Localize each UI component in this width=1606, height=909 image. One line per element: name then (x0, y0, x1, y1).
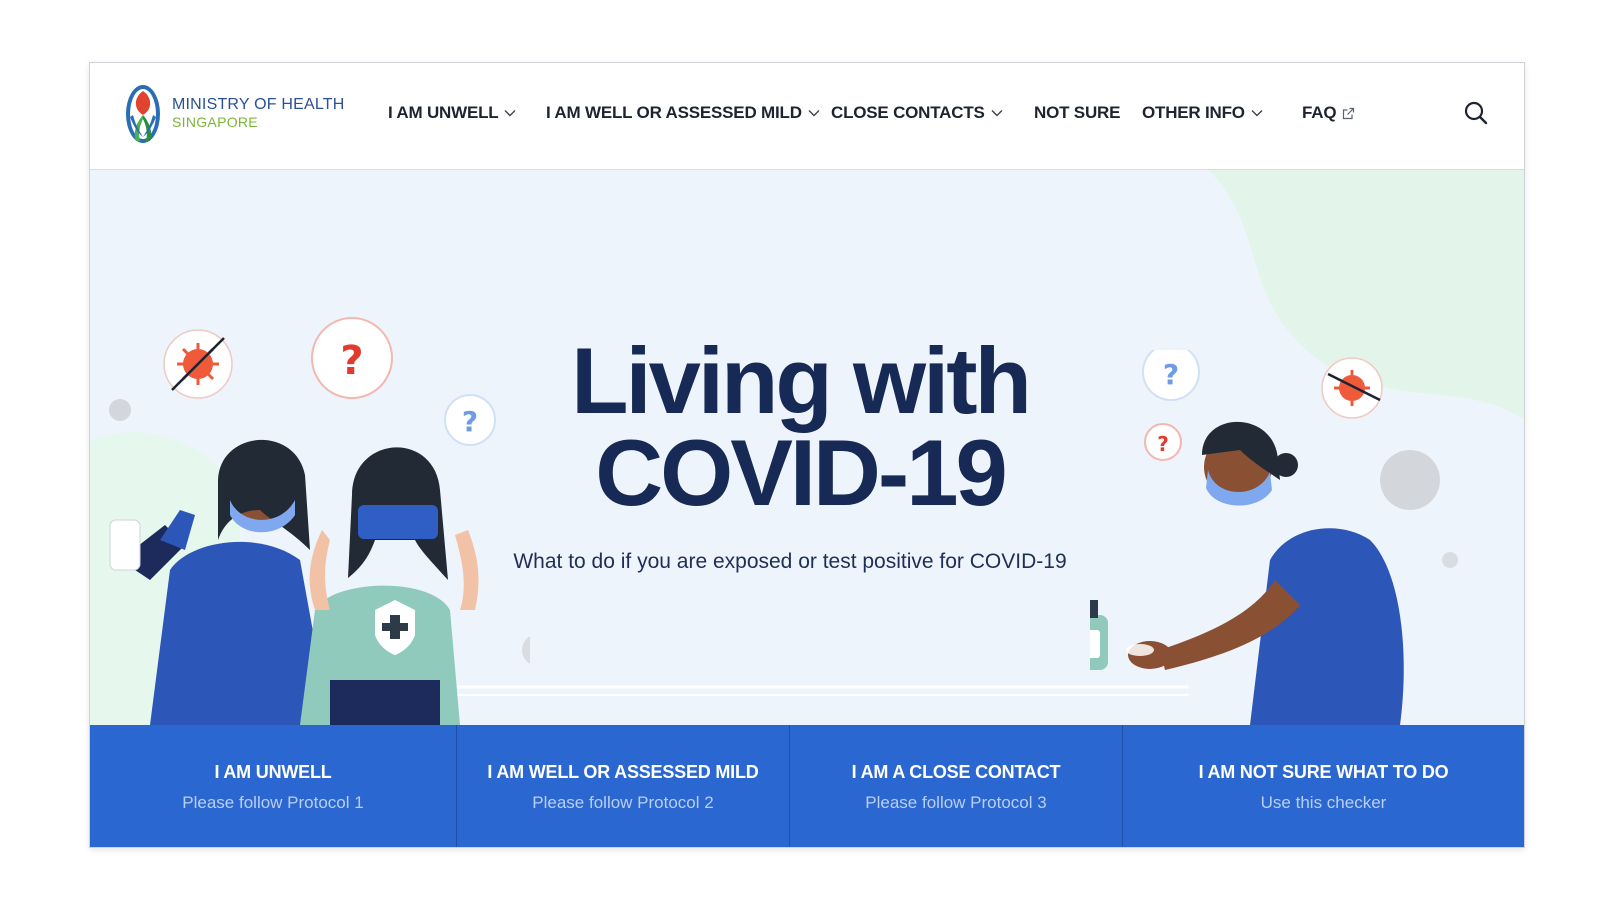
site-header: MINISTRY OF HEALTH SINGAPORE I AM UNWELL… (90, 63, 1524, 170)
moh-logo[interactable]: MINISTRY OF HEALTH SINGAPORE (124, 83, 364, 149)
action-title: I AM NOT SURE WHAT TO DO (1198, 761, 1449, 782)
action-i-am-unwell[interactable]: I AM UNWELL Please follow Protocol 1 (90, 725, 457, 847)
search-icon[interactable] (1462, 99, 1490, 127)
logo-ministry-text: MINISTRY OF HEALTH (172, 96, 345, 113)
svg-text:?: ? (340, 338, 363, 384)
chevron-down-icon (1251, 110, 1263, 117)
hero-title-line2: COVID-19 (595, 420, 1008, 525)
nav-label: CLOSE CONTACTS (831, 103, 985, 122)
nav-faq[interactable]: FAQ (1302, 103, 1355, 123)
chevron-down-icon (504, 110, 516, 117)
action-subtitle: Please follow Protocol 1 (182, 792, 364, 812)
action-title: I AM WELL OR ASSESSED MILD (487, 761, 759, 782)
action-subtitle: Please follow Protocol 2 (532, 792, 714, 812)
action-i-am-a-close-contact[interactable]: I AM A CLOSE CONTACT Please follow Proto… (790, 725, 1123, 847)
hero-title: Living with COVID-19 (520, 328, 1080, 525)
nav-label: I AM WELL OR ASSESSED MILD (546, 103, 802, 122)
action-subtitle: Use this checker (1260, 792, 1387, 812)
action-subtitle: Please follow Protocol 3 (865, 792, 1047, 812)
nav-not-sure[interactable]: NOT SURE (1034, 103, 1120, 123)
nav-other-info[interactable]: OTHER INFO (1142, 103, 1263, 123)
external-link-icon (1343, 107, 1355, 119)
svg-text:?: ? (462, 405, 478, 438)
hero-subtitle: What to do if you are exposed or test po… (513, 550, 1067, 573)
nav-label: I AM UNWELL (388, 103, 499, 122)
action-title: I AM UNWELL (214, 761, 332, 782)
hero-banner: ? ? Living with COVID-19 What to do if y… (90, 170, 1524, 725)
moh-emblem-icon (126, 85, 160, 143)
action-i-am-not-sure[interactable]: I AM NOT SURE WHAT TO DO Use this checke… (1123, 725, 1524, 847)
nav-i-am-unwell[interactable]: I AM UNWELL (388, 103, 516, 123)
man-washing-hands-illustration: ? ? (1090, 350, 1458, 725)
svg-text:?: ? (1163, 358, 1179, 391)
browser-frame: MINISTRY OF HEALTH SINGAPORE I AM UNWELL… (89, 62, 1525, 848)
action-i-am-well-or-assessed-mild[interactable]: I AM WELL OR ASSESSED MILD Please follow… (457, 725, 790, 847)
logo-singapore-text: SINGAPORE (172, 114, 258, 130)
svg-text:?: ? (1157, 432, 1169, 456)
protocol-action-bar: I AM UNWELL Please follow Protocol 1 I A… (90, 725, 1524, 847)
chevron-down-icon (808, 110, 820, 117)
nav-close-contacts[interactable]: CLOSE CONTACTS (831, 103, 1003, 123)
action-title: I AM A CLOSE CONTACT (851, 761, 1061, 782)
people-wearing-masks-illustration: ? ? (109, 317, 530, 725)
nav-label: FAQ (1302, 103, 1337, 122)
chevron-down-icon (991, 110, 1003, 117)
nav-label: OTHER INFO (1142, 103, 1245, 122)
nav-label: NOT SURE (1034, 103, 1121, 122)
nav-i-am-well-or-assessed-mild[interactable]: I AM WELL OR ASSESSED MILD (546, 103, 820, 123)
hero-title-line1: Living with (571, 328, 1032, 433)
